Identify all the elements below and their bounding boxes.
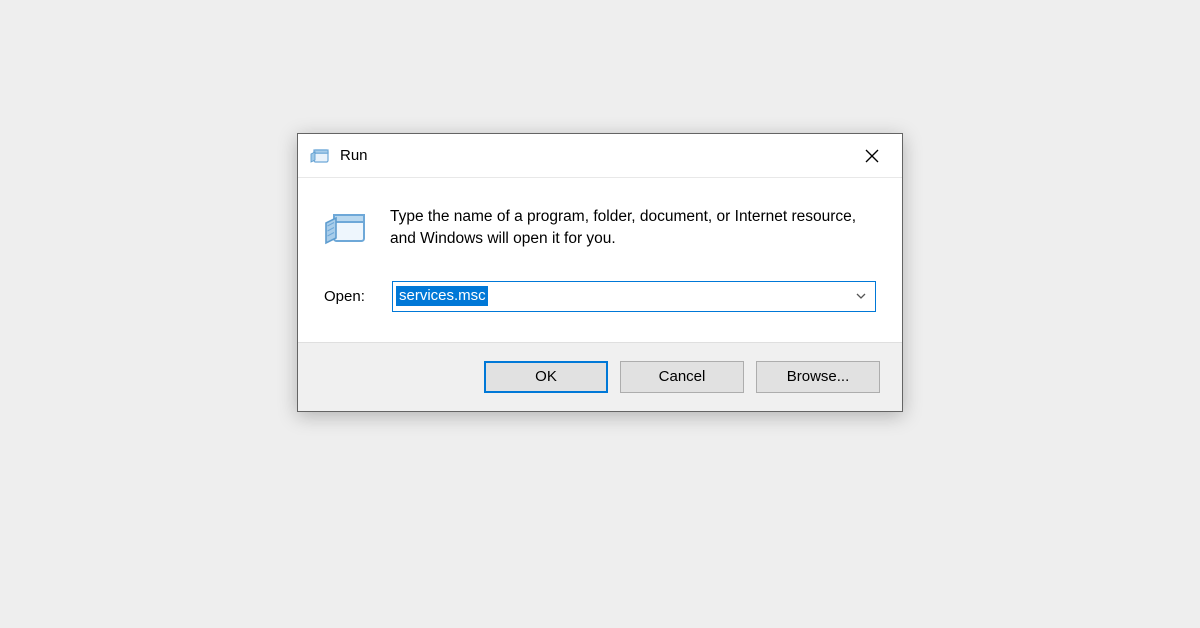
cancel-button[interactable]: Cancel: [620, 361, 744, 393]
chevron-down-icon[interactable]: [855, 290, 867, 302]
browse-button[interactable]: Browse...: [756, 361, 880, 393]
close-icon: [865, 149, 879, 163]
open-label: Open:: [324, 288, 376, 305]
run-icon: [324, 206, 368, 250]
window-title: Run: [340, 147, 842, 164]
open-input-value[interactable]: services.msc: [396, 286, 488, 306]
ok-button[interactable]: OK: [484, 361, 608, 393]
run-icon: [310, 146, 330, 166]
instruction-text: Type the name of a program, folder, docu…: [390, 206, 876, 251]
run-dialog: Run Type the name of a program, folder, …: [297, 133, 903, 412]
open-combobox[interactable]: services.msc: [392, 281, 876, 312]
button-bar: OK Cancel Browse...: [298, 342, 902, 411]
open-row: Open: services.msc: [298, 281, 902, 342]
dialog-body: Type the name of a program, folder, docu…: [298, 178, 902, 281]
titlebar[interactable]: Run: [298, 134, 902, 178]
close-button[interactable]: [842, 134, 902, 178]
